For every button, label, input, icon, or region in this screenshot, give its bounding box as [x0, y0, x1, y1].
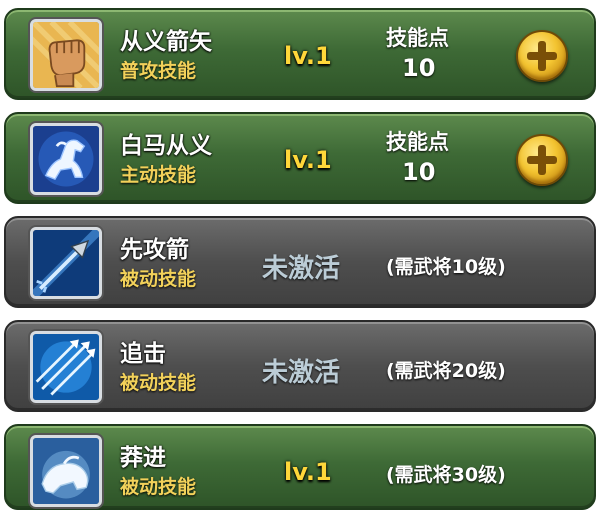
skill-row-5[interactable]: 莽进 被动技能 lv.1 (需武将30级)	[4, 424, 596, 510]
skill-level: lv.1	[284, 146, 332, 174]
skill-type: 被动技能	[120, 372, 197, 394]
skill-row-3[interactable]: 先攻箭 被动技能 未激活 (需武将10级)	[4, 216, 596, 308]
upgrade-plus-button[interactable]	[516, 134, 568, 186]
volley-arrows-icon	[30, 331, 102, 403]
skill-type: 被动技能	[120, 476, 197, 498]
skill-requirement: (需武将10级)	[386, 256, 506, 278]
skill-points-value: 10	[402, 158, 436, 186]
charging-beast-icon	[30, 435, 102, 507]
skill-type: 主动技能	[120, 164, 197, 186]
fist-icon	[30, 19, 102, 91]
skill-points-value: 10	[402, 54, 436, 82]
skill-name: 先攻箭	[120, 237, 189, 263]
skill-name: 追击	[120, 341, 166, 367]
skill-name: 莽进	[120, 445, 166, 471]
skill-status: 未激活	[262, 358, 341, 388]
skill-row-4[interactable]: 追击 被动技能 未激活 (需武将20级)	[4, 320, 596, 412]
skill-level: lv.1	[284, 458, 332, 486]
skill-status: 未激活	[262, 254, 341, 284]
upgrade-plus-button[interactable]	[516, 30, 568, 82]
skill-requirement: (需武将20级)	[386, 360, 506, 382]
skill-name: 白马从义	[120, 133, 212, 159]
skill-points-label: 技能点	[386, 130, 449, 154]
arrow-strike-icon	[30, 227, 102, 299]
skill-type: 被动技能	[120, 268, 197, 290]
skill-type: 普攻技能	[120, 60, 197, 82]
skill-row-1[interactable]: 从义箭矢 普攻技能 lv.1 技能点 10	[4, 8, 596, 100]
skill-level: lv.1	[284, 42, 332, 70]
skill-points-label: 技能点	[386, 26, 449, 50]
skill-row-2[interactable]: 白马从义 主动技能 lv.1 技能点 10	[4, 112, 596, 204]
skill-requirement: (需武将30级)	[386, 464, 506, 486]
white-horse-icon	[30, 123, 102, 195]
skill-name: 从义箭矢	[120, 29, 212, 55]
